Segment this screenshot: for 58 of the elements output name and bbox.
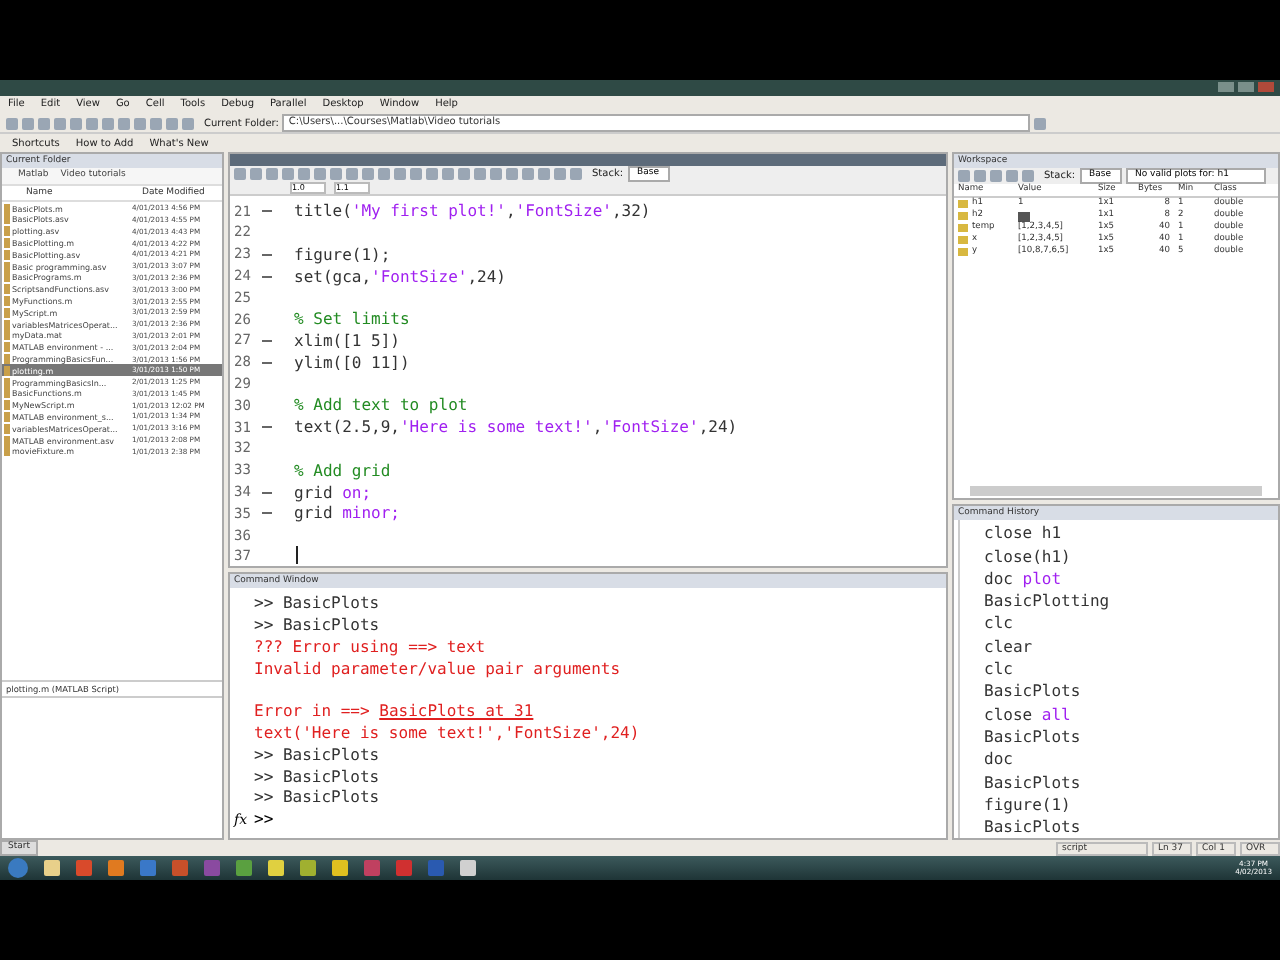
console-line: Invalid parameter/value pair arguments — [254, 659, 621, 678]
code-line: figure(1); — [294, 245, 391, 264]
history-entry[interactable]: BasicPlots — [984, 725, 1278, 749]
history-entry[interactable]: close(h1) — [984, 545, 1278, 568]
breakpoint-dash[interactable] — [262, 210, 272, 213]
history-entry[interactable]: doc plot — [984, 567, 1278, 591]
history-entry[interactable]: BasicPlotting — [984, 590, 1278, 613]
history-entry[interactable]: doc — [984, 748, 1278, 772]
app-icon[interactable] — [108, 860, 124, 877]
console-line: >> BasicPlots — [254, 767, 380, 786]
code-line: % Add grid — [294, 461, 391, 480]
history-entry[interactable]: close all — [984, 703, 1278, 726]
app-icon[interactable] — [44, 860, 60, 877]
code-line: grid on; — [294, 483, 372, 501]
start-orb-icon[interactable] — [8, 858, 28, 879]
breakpoint-dash[interactable] — [262, 491, 272, 493]
code-line: title('My first plot!','FontSize',32) — [294, 202, 651, 221]
console-line: >> BasicPlots — [254, 615, 380, 634]
app-icon[interactable] — [332, 860, 348, 877]
history-entry[interactable]: clear — [984, 635, 1278, 659]
code-line: set(gca,'FontSize',24) — [294, 267, 506, 286]
breakpoint-dash[interactable] — [262, 426, 272, 429]
close-icon[interactable] — [1258, 82, 1274, 93]
maximize-icon[interactable] — [1238, 82, 1254, 93]
history-entry[interactable]: BasicPlots — [984, 680, 1278, 704]
breakpoint-dash[interactable] — [262, 339, 272, 342]
minimize-icon[interactable] — [1218, 82, 1234, 93]
console-line: >> BasicPlots — [254, 594, 380, 613]
history-entry[interactable]: clc — [984, 612, 1278, 636]
horizontal-scrollbar[interactable] — [970, 486, 1262, 497]
breakpoint-dash[interactable] — [262, 275, 272, 278]
history-entry[interactable]: close h1 — [984, 522, 1278, 546]
history-entry[interactable]: figure(1) — [984, 793, 1278, 817]
console-line: >> BasicPlots — [254, 788, 380, 807]
code-line: xlim([1 5]) — [294, 331, 400, 350]
history-entry[interactable]: clc — [984, 658, 1278, 681]
code-line: text(2.5,9,'Here is some text!','FontSize',24) — [294, 418, 738, 437]
code-line: grid minor; — [294, 504, 400, 523]
text-cursor — [296, 545, 298, 564]
console-line: >> BasicPlots — [254, 745, 380, 764]
history-entry[interactable]: BasicPlots — [984, 771, 1278, 794]
console-line: text('Here is some text!','FontSize',24) — [254, 723, 640, 742]
code-line: % Add text to plot — [294, 396, 468, 415]
app-icon[interactable] — [268, 860, 284, 877]
code-line: % Set limits — [294, 310, 410, 329]
breakpoint-dash[interactable] — [262, 512, 272, 515]
breakpoint-dash[interactable] — [262, 253, 272, 256]
command-prompt[interactable]: >> — [254, 810, 274, 829]
code-line: ylim([0 11]) — [294, 353, 410, 372]
app-icon[interactable] — [460, 860, 476, 877]
history-entry[interactable]: BasicPlots — [984, 816, 1278, 839]
console-line: Error in ==> BasicPlots at 31 — [254, 702, 534, 721]
console-line: ??? Error using ==> text — [254, 637, 486, 656]
value-swatch — [1018, 211, 1030, 222]
app-icon[interactable] — [236, 860, 252, 877]
browse-folder-icon[interactable] — [1034, 117, 1047, 130]
breakpoint-dash[interactable] — [262, 361, 272, 364]
app-icon[interactable] — [300, 860, 316, 877]
